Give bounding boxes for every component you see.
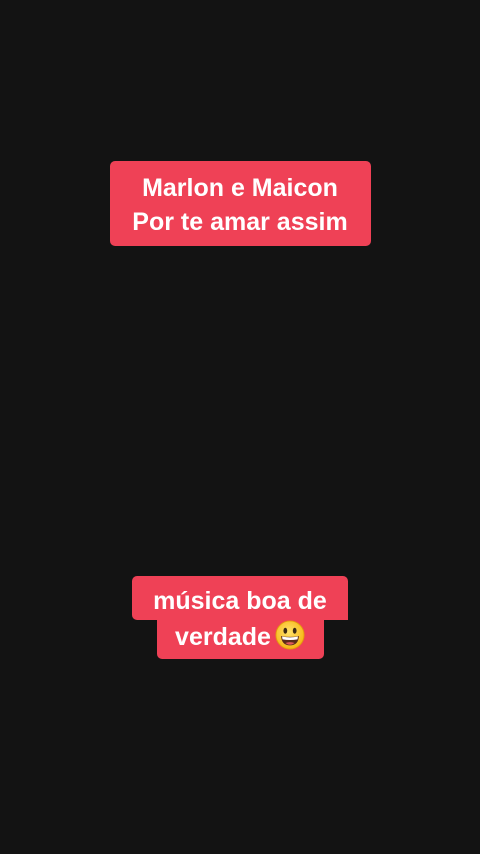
song-title: Por te amar assim: [132, 208, 348, 236]
title-caption: Marlon e Maicon Por te amar assim: [0, 161, 480, 246]
grinning-face-icon: [275, 620, 305, 650]
comment-caption: música boa de verdade: [0, 576, 480, 659]
comment-caption-line-2: verdade: [156, 620, 324, 659]
comment-caption-line-1: música boa de: [132, 576, 348, 620]
comment-caption-text: verdade: [175, 623, 271, 651]
video-screen[interactable]: Marlon e Maicon Por te amar assim música…: [0, 0, 480, 854]
artist-name: Marlon e Maicon: [142, 174, 338, 202]
title-caption-box: Marlon e Maicon Por te amar assim: [109, 161, 371, 246]
